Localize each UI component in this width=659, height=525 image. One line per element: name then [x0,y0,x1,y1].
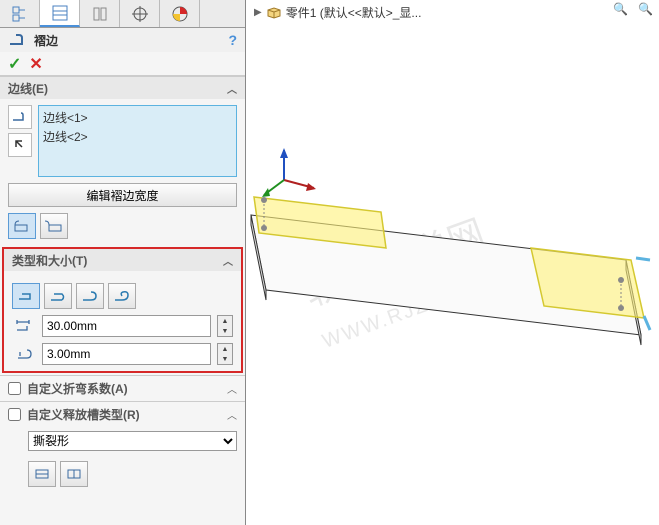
gap-spinner: ▲ ▼ [217,343,233,365]
section-type-size: 类型和大小(T) ︿ ▲ ▼ ▲ [2,247,243,373]
section-edges: 边线(E) ︿ 边线<1> 边线<2> 编辑褶边宽度 [0,76,245,245]
edge-item[interactable]: 边线<1> [43,108,232,127]
hem-type-teardrop-button[interactable] [76,283,104,309]
bend-allowance-checkbox[interactable] [8,382,21,395]
property-icon [51,4,69,22]
chevron-up-icon: ︿ [223,253,233,268]
edge-item[interactable]: 边线<2> [43,127,232,146]
reverse-direction-icon[interactable] [8,133,32,157]
tab-dimxpert[interactable] [120,0,160,27]
hem-type-rolled-button[interactable] [108,283,136,309]
gap-icon [12,346,36,362]
chevron-up-icon: ︿ [227,407,237,422]
material-inside-button[interactable] [8,213,36,239]
bend-allowance-label: 自定义折弯系数(A) [27,380,128,397]
hem-type-open-button[interactable] [44,283,72,309]
tree-icon [11,5,29,23]
section-relief: 自定义释放槽类型(R) ︿ 撕裂形 [0,401,245,493]
feature-header: 褶边 ? [0,28,245,52]
ok-button[interactable]: ✓ [8,54,21,74]
relief-ratio-button[interactable] [28,461,56,487]
tab-display-manager[interactable] [160,0,200,27]
section-bend-allowance: 自定义折弯系数(A) ︿ [0,375,245,401]
tab-feature-manager[interactable] [0,0,40,27]
chevron-up-icon: ︿ [227,381,237,396]
length-spinner: ▲ ▼ [217,315,233,337]
relief-type-select[interactable]: 撕裂形 [28,431,237,451]
gap-input[interactable] [42,343,211,365]
graphics-viewport[interactable]: 🔍 🔍 ▶ 零件1 (默认<<默认>_显... 软件自学网WWW.RJZXW.C… [246,0,659,525]
tab-config-manager[interactable] [80,0,120,27]
spin-down[interactable]: ▼ [218,354,232,364]
manager-tabs [0,0,245,28]
cancel-button[interactable]: ✕ [29,54,42,74]
relief-checkbox[interactable] [8,408,21,421]
confirm-actions: ✓ ✕ [0,52,245,76]
property-manager-panel: 褶边 ? ✓ ✕ 边线(E) ︿ 边线<1> 边线<2> 编辑褶边宽度 [0,0,246,525]
material-outside-button[interactable] [40,213,68,239]
length-input[interactable] [42,315,211,337]
section-edges-header[interactable]: 边线(E) ︿ [0,77,245,99]
edit-hem-width-button[interactable]: 编辑褶边宽度 [8,183,237,207]
spin-up[interactable]: ▲ [218,316,232,326]
feature-title: 褶边 [34,32,58,49]
relief-depth-button[interactable] [60,461,88,487]
config-icon [91,5,109,23]
tab-property-manager[interactable] [40,0,80,27]
section-type-size-header[interactable]: 类型和大小(T) ︿ [4,249,241,271]
model-scene [246,0,659,525]
section-edges-title: 边线(E) [8,80,48,97]
hem-icon [8,32,28,48]
spin-down[interactable]: ▼ [218,326,232,336]
length-icon [12,318,36,334]
edge-select-icon[interactable] [8,105,32,129]
help-button[interactable]: ? [228,32,237,48]
target-icon [131,5,149,23]
chevron-up-icon: ︿ [227,81,237,96]
edge-selection-list[interactable]: 边线<1> 边线<2> [38,105,237,177]
spin-up[interactable]: ▲ [218,344,232,354]
relief-label: 自定义释放槽类型(R) [27,406,140,423]
appearance-icon [171,5,189,23]
hem-type-closed-button[interactable] [12,283,40,309]
section-type-size-title: 类型和大小(T) [12,252,87,269]
